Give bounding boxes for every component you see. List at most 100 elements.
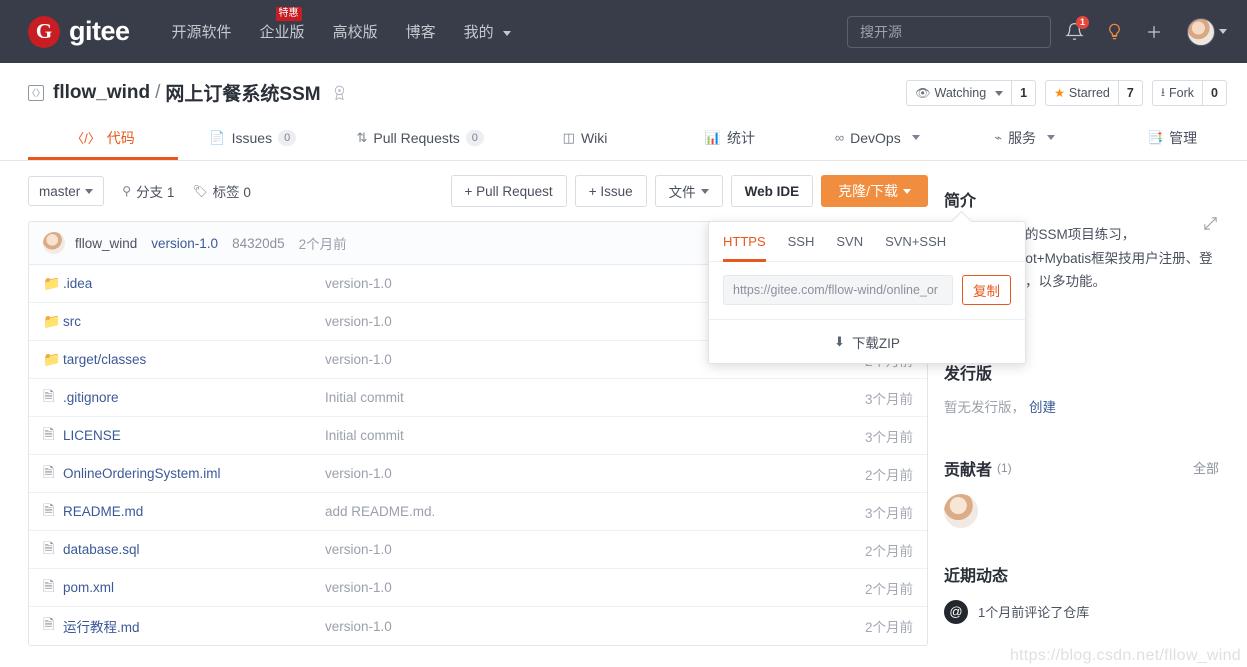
notifications-button[interactable]: 1	[1057, 15, 1091, 49]
devops-icon: ∞	[834, 130, 845, 145]
tab-pull-requests[interactable]: ⇅ Pull Requests 0	[328, 115, 513, 160]
file-name[interactable]: src	[63, 314, 325, 329]
tab-devops[interactable]: ∞ DevOps	[802, 115, 952, 160]
tab-services[interactable]: ⌁ 服务	[952, 115, 1097, 160]
fork-button-group[interactable]: ⭳ Fork 0	[1151, 80, 1227, 106]
chevron-down-icon	[995, 90, 1004, 96]
chevron-down-icon	[700, 188, 709, 194]
nav-item-label: 博客	[405, 24, 436, 41]
nav-item-enterprise[interactable]: 企业版 特惠	[260, 7, 305, 42]
files-menu-button[interactable]: 文件	[654, 175, 723, 207]
edit-intro-icon[interactable]	[1202, 215, 1219, 237]
star-button-group[interactable]: ★ Starred 7	[1045, 80, 1143, 106]
table-row[interactable]: 🗎 .gitignore Initial commit 3个月前	[29, 379, 927, 417]
download-zip-button[interactable]: ⬇ 下载ZIP	[709, 320, 1025, 363]
search-input[interactable]	[858, 22, 1040, 41]
file-icon: 🗎	[43, 577, 55, 594]
repository-toolbar: master ⚲ 分支 1 🏷 标签 0 + Pull Request + Is…	[28, 161, 928, 221]
file-commit-message[interactable]: version-1.0	[325, 542, 821, 557]
tab-label: Pull Requests	[373, 129, 460, 146]
wiki-icon: ◫	[562, 129, 575, 145]
table-row[interactable]: 🗎 OnlineOrderingSystem.iml version-1.0 2…	[29, 455, 927, 493]
top-navigation-bar: G gitee 开源软件 企业版 特惠 高校版 博客 我的 搜开源 1	[0, 0, 1247, 63]
table-row[interactable]: 🗎 README.md add README.md. 3个月前	[29, 493, 927, 531]
tab-code[interactable]: 〈/〉 代码	[28, 115, 178, 160]
file-name[interactable]: README.md	[63, 504, 325, 519]
file-icon: 🗎	[43, 539, 55, 556]
file-name[interactable]: OnlineOrderingSystem.iml	[63, 466, 325, 481]
file-name[interactable]: .idea	[63, 276, 325, 291]
file-name[interactable]: LICENSE	[63, 428, 325, 443]
clone-download-button[interactable]: 克隆/下载	[821, 175, 928, 207]
tab-issues[interactable]: 📄 Issues 0	[178, 115, 328, 160]
clone-download-label: 克隆/下载	[838, 183, 898, 199]
file-icon: 🗎	[43, 501, 55, 518]
toolbar-action-buttons: + Pull Request + Issue 文件 Web IDE 克隆/下载	[443, 175, 928, 207]
commit-author[interactable]: fllow_wind	[75, 236, 137, 251]
star-icon: ★	[1054, 86, 1065, 100]
contributors-all-link[interactable]: 全部	[1193, 458, 1219, 477]
nav-item-mine[interactable]: 我的	[464, 21, 511, 42]
file-commit-message[interactable]: Initial commit	[325, 428, 821, 443]
table-row[interactable]: 🗎 LICENSE Initial commit 3个月前	[29, 417, 927, 455]
user-menu-button[interactable]	[1177, 15, 1227, 49]
commit-sha[interactable]: 84320d5	[232, 236, 285, 251]
watch-button[interactable]: 👁 Watching	[906, 80, 1012, 106]
star-button[interactable]: ★ Starred	[1045, 80, 1118, 106]
web-ide-button[interactable]: Web IDE	[730, 175, 814, 207]
files-menu-label: 文件	[668, 185, 696, 200]
tab-wiki[interactable]: ◫ Wiki	[513, 115, 658, 160]
repository-name[interactable]: 网上订餐系统SSM	[165, 79, 320, 106]
file-commit-message[interactable]: version-1.0	[325, 466, 821, 481]
fork-count[interactable]: 0	[1202, 80, 1227, 106]
tab-statistics[interactable]: 📊 统计	[657, 115, 802, 160]
nav-item-blog[interactable]: 博客	[406, 21, 436, 42]
branch-icon: ⚲	[122, 184, 132, 198]
suggestion-button[interactable]	[1097, 15, 1131, 49]
branch-selector[interactable]: master	[28, 176, 105, 206]
table-row[interactable]: 🗎 pom.xml version-1.0 2个月前	[29, 569, 927, 607]
repository-owner[interactable]: fllow_wind	[53, 82, 150, 104]
copy-url-button[interactable]: 复制	[962, 275, 1011, 305]
clone-url-input[interactable]: https://gitee.com/fllow-wind/online_or	[723, 275, 953, 305]
file-commit-message[interactable]: Initial commit	[325, 390, 821, 405]
contributors-title: 贡献者	[944, 461, 993, 479]
clone-tab-svn[interactable]: SVN	[836, 222, 863, 262]
chevron-down-icon	[1047, 135, 1056, 140]
main-nav-items: 开源软件 企业版 特惠 高校版 博客 我的	[172, 7, 539, 42]
file-name[interactable]: .gitignore	[63, 390, 325, 405]
fork-label: Fork	[1169, 86, 1195, 100]
create-new-button[interactable]	[1137, 15, 1171, 49]
new-issue-button[interactable]: + Issue	[574, 175, 647, 207]
tags-link[interactable]: 🏷 标签 0	[192, 181, 251, 201]
nav-item-open-source[interactable]: 开源软件	[172, 21, 232, 42]
file-commit-message[interactable]: version-1.0	[325, 619, 821, 634]
branches-link[interactable]: ⚲ 分支 1	[122, 181, 174, 201]
watch-count[interactable]: 1	[1011, 80, 1037, 106]
list-item[interactable]: @ 1个月前评论了仓库	[944, 599, 1219, 624]
clone-tab-https[interactable]: HTTPS	[723, 222, 766, 262]
tab-manage[interactable]: 📑 管理	[1097, 115, 1247, 160]
file-name[interactable]: target/classes	[63, 352, 325, 367]
clone-tab-svn-ssh[interactable]: SVN+SSH	[885, 222, 946, 262]
file-name[interactable]: 运行教程.md	[63, 616, 325, 636]
file-commit-message[interactable]: add README.md.	[325, 504, 821, 519]
activity-avatar-icon: @	[944, 599, 968, 624]
search-box[interactable]	[847, 15, 1051, 48]
create-release-link[interactable]: 创建	[1029, 400, 1056, 415]
file-name[interactable]: database.sql	[63, 542, 325, 557]
gitee-logo[interactable]: G gitee	[28, 15, 130, 48]
new-pull-request-button[interactable]: + Pull Request	[450, 175, 567, 207]
star-count[interactable]: 7	[1117, 80, 1143, 106]
clone-tab-ssh[interactable]: SSH	[788, 222, 815, 262]
file-commit-message[interactable]: version-1.0	[325, 580, 821, 595]
contributors-heading: 贡献者 (1) 全部	[944, 456, 1219, 480]
table-row[interactable]: 🗎 运行教程.md version-1.0 2个月前	[29, 607, 927, 645]
commit-message[interactable]: version-1.0	[151, 236, 218, 251]
fork-button[interactable]: ⭳ Fork	[1151, 80, 1203, 106]
nav-item-university[interactable]: 高校版	[333, 21, 378, 42]
watch-button-group[interactable]: 👁 Watching 1	[906, 80, 1037, 106]
avatar[interactable]	[944, 493, 978, 528]
table-row[interactable]: 🗎 database.sql version-1.0 2个月前	[29, 531, 927, 569]
file-name[interactable]: pom.xml	[63, 580, 325, 595]
